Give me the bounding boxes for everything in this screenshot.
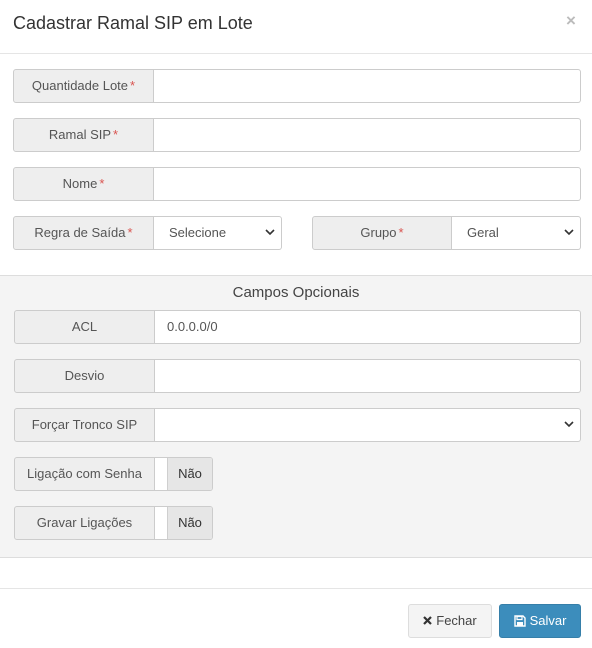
modal-header: Cadastrar Ramal SIP em Lote × — [0, 0, 592, 54]
forcar-tronco-group: Forçar Tronco SIP — [14, 408, 581, 442]
gravar-ligacoes-label: Gravar Ligações — [14, 506, 155, 540]
forcar-tronco-label: Forçar Tronco SIP — [14, 408, 155, 442]
acl-group: ACL 0.0.0.0/0 — [14, 310, 581, 344]
gravar-ligacoes-toggle[interactable]: Não — [155, 506, 213, 540]
forcar-tronco-select[interactable] — [155, 408, 581, 442]
times-icon — [423, 616, 433, 625]
ligacao-senha-label: Ligação com Senha — [14, 457, 155, 491]
ligacao-senha-group: Ligação com Senha Não — [14, 457, 213, 491]
optional-fields-panel: Campos Opcionais ACL 0.0.0.0/0 Desvio Fo… — [0, 275, 592, 558]
floppy-disk-icon — [513, 614, 526, 627]
regra-saida-label: Regra de Saída * — [13, 216, 154, 250]
regra-saida-group: Regra de Saída * Selecione — [13, 216, 282, 250]
ramal-sip-label: Ramal SIP * — [13, 118, 154, 152]
acl-label: ACL — [14, 310, 155, 344]
grupo-select[interactable]: Geral — [452, 216, 581, 250]
ramal-sip-input[interactable] — [154, 118, 581, 152]
close-button-label: Fechar — [436, 613, 477, 628]
desvio-input[interactable] — [155, 359, 581, 393]
toggle-state: Não — [168, 507, 212, 539]
required-marker: * — [130, 78, 136, 93]
close-button[interactable]: Fechar — [408, 604, 492, 638]
desvio-group: Desvio — [14, 359, 581, 393]
desvio-label: Desvio — [14, 359, 155, 393]
nome-input[interactable] — [154, 167, 581, 201]
quantidade-lote-label: Quantidade Lote * — [13, 69, 154, 103]
required-marker: * — [113, 127, 119, 142]
modal-title: Cadastrar Ramal SIP em Lote — [13, 13, 253, 33]
toggle-state: Não — [168, 458, 212, 490]
footer-divider — [0, 588, 592, 589]
chevron-down-icon — [265, 217, 275, 236]
required-marker: * — [127, 225, 133, 240]
required-marker: * — [398, 225, 404, 240]
required-marker: * — [99, 176, 105, 191]
grupo-label: Grupo * — [312, 216, 452, 250]
chevron-down-icon — [564, 217, 574, 236]
chevron-down-icon — [564, 409, 574, 428]
modal-dialog: Cadastrar Ramal SIP em Lote × Quantidade… — [0, 0, 592, 648]
acl-input[interactable]: 0.0.0.0/0 — [155, 310, 581, 344]
optional-fields-title: Campos Opcionais — [232, 284, 360, 301]
toggle-knob — [155, 507, 168, 539]
close-icon[interactable]: × — [566, 11, 576, 31]
ramal-sip-group: Ramal SIP * — [13, 118, 581, 152]
quantidade-lote-input[interactable] — [154, 69, 581, 103]
save-button-label: Salvar — [529, 613, 567, 628]
nome-label: Nome * — [13, 167, 154, 201]
nome-group: Nome * — [13, 167, 581, 201]
ligacao-senha-toggle[interactable]: Não — [155, 457, 213, 491]
gravar-ligacoes-group: Gravar Ligações Não — [14, 506, 213, 540]
regra-saida-select[interactable]: Selecione — [154, 216, 282, 250]
toggle-knob — [155, 458, 168, 490]
quantidade-lote-group: Quantidade Lote * — [13, 69, 581, 103]
save-button[interactable]: Salvar — [499, 604, 581, 638]
grupo-group: Grupo * Geral — [312, 216, 581, 250]
